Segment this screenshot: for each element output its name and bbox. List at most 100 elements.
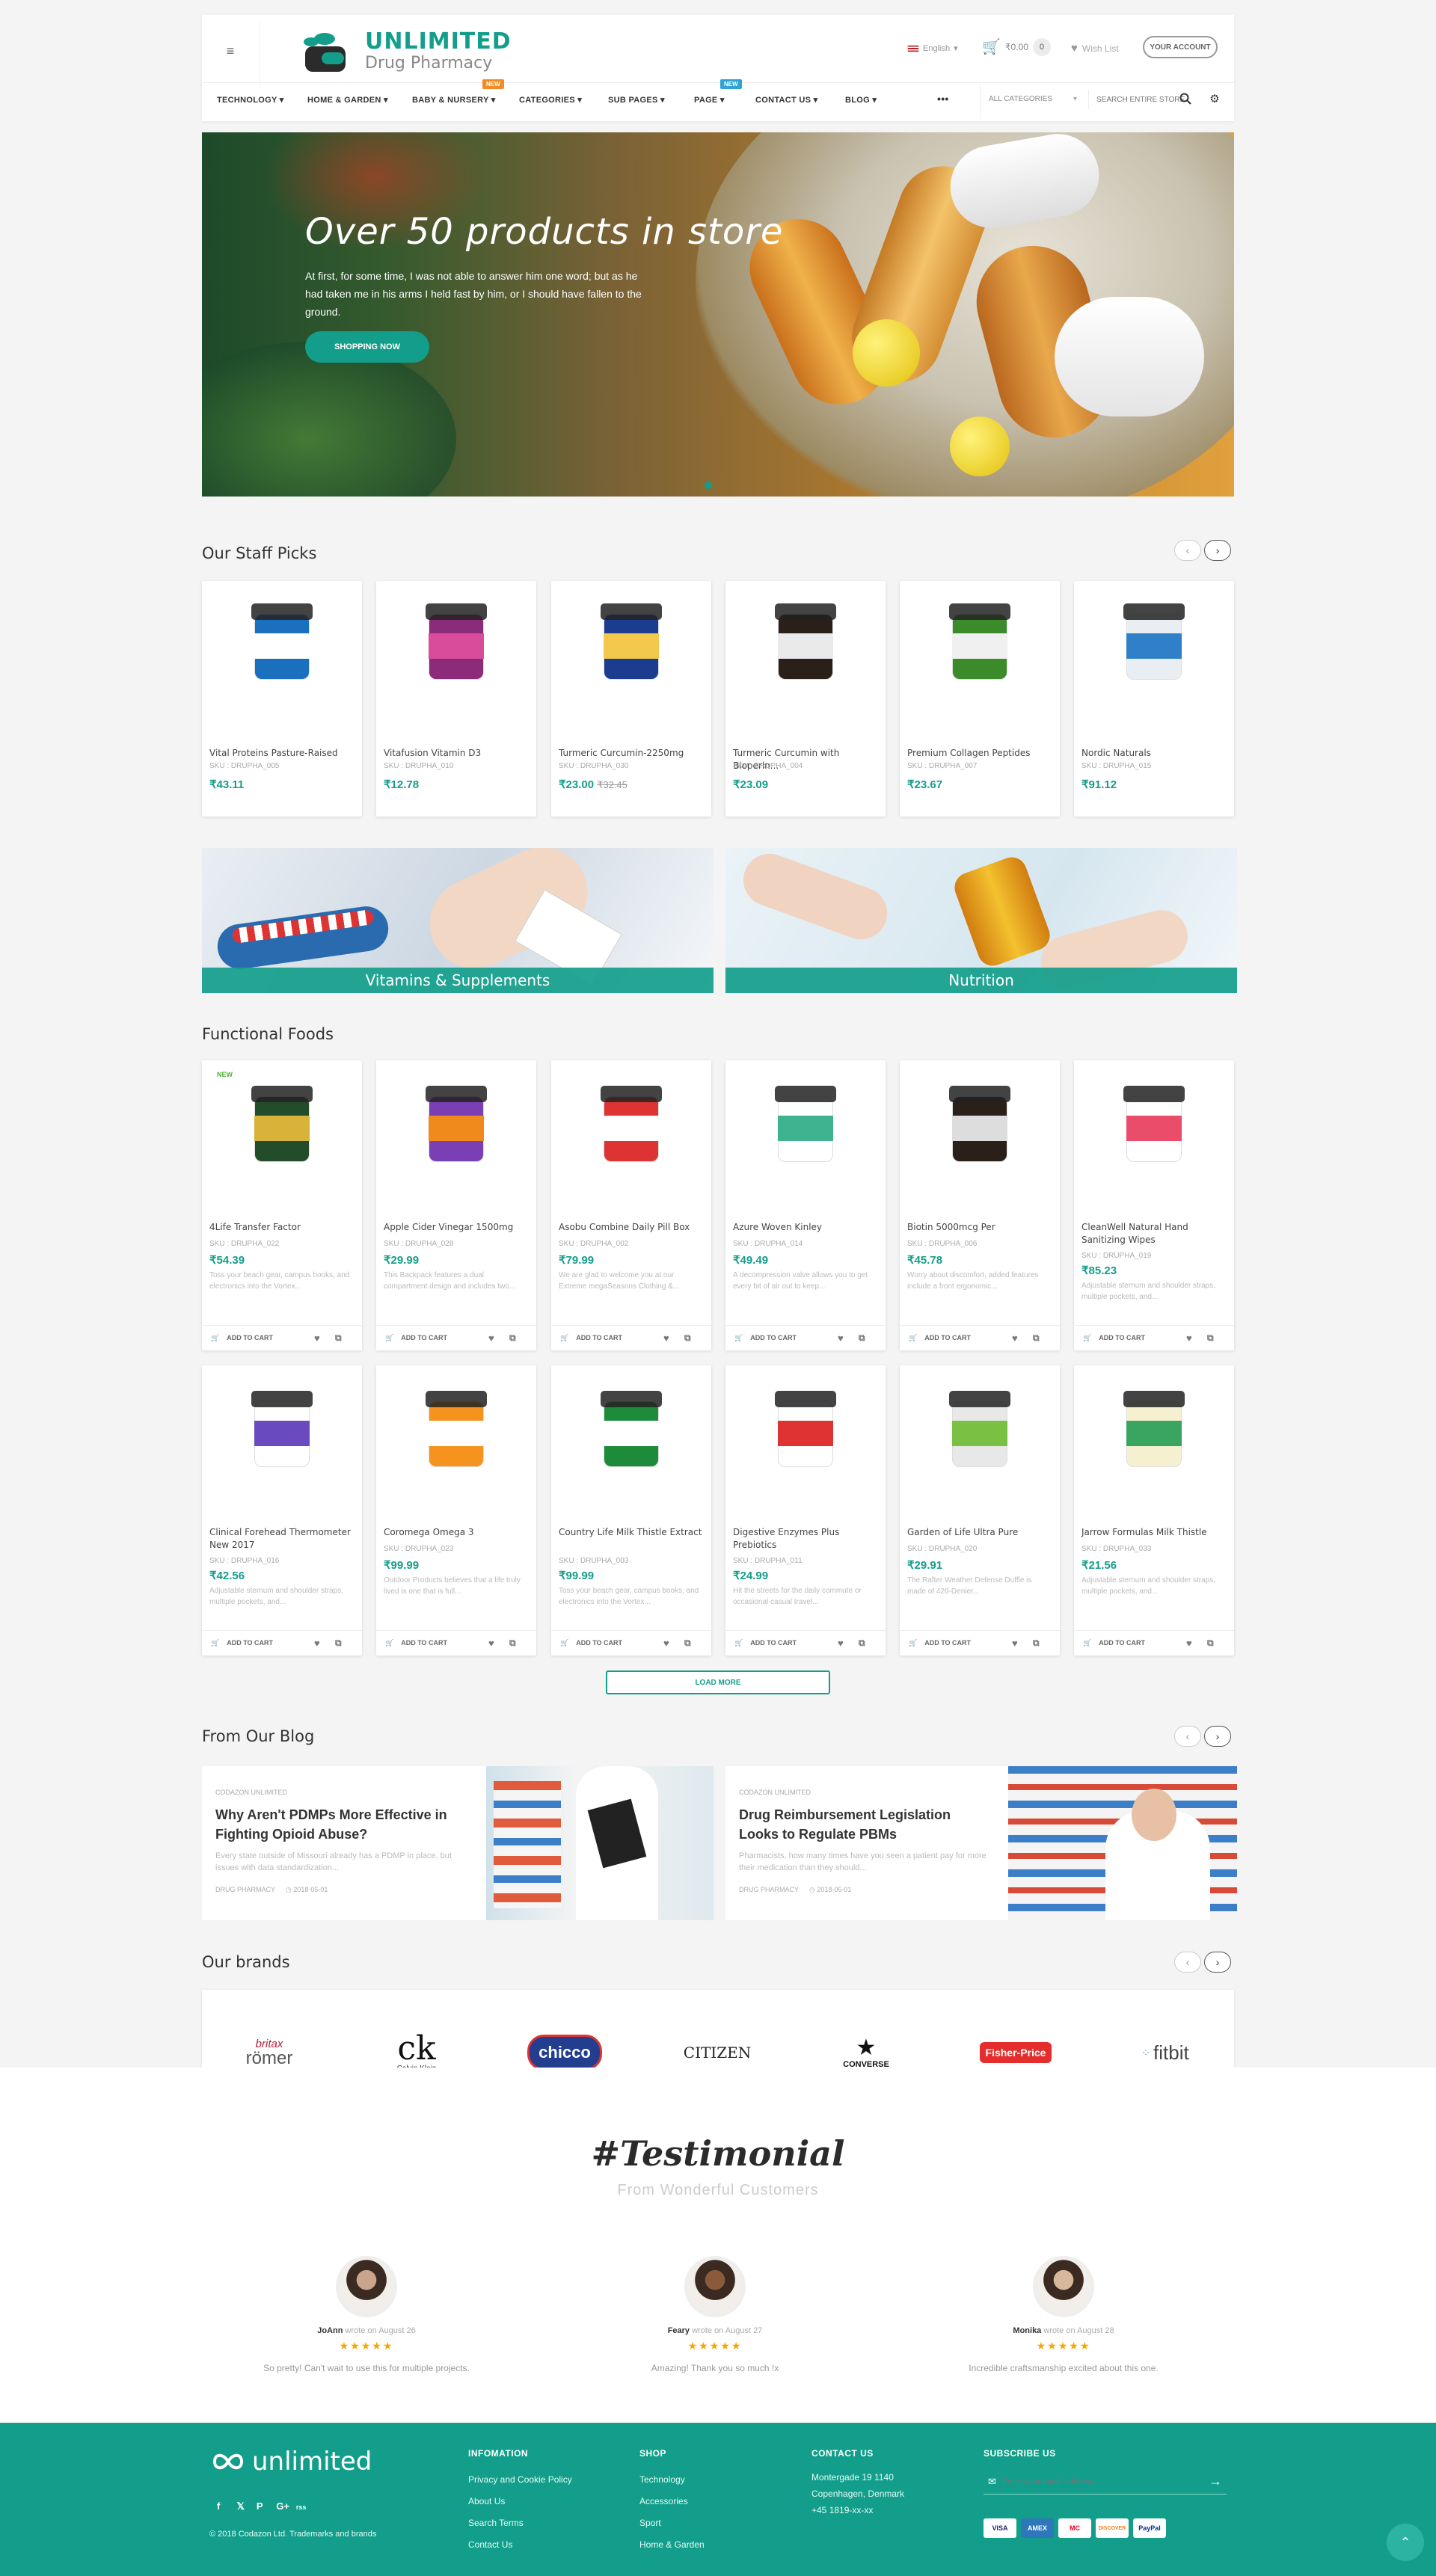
product-name[interactable]: Vitafusion Vitamin D3 xyxy=(384,747,530,760)
slider-dot[interactable] xyxy=(705,482,712,489)
add-to-cart-button[interactable]: 🛒 ADD TO CART xyxy=(1083,1334,1145,1342)
product-name[interactable]: Vital Proteins Pasture-Raised xyxy=(209,747,356,760)
product-image[interactable] xyxy=(581,1385,681,1497)
more-menu-icon[interactable]: ••• xyxy=(937,93,949,105)
add-to-cart-button[interactable]: 🛒 ADD TO CART xyxy=(909,1334,971,1342)
nav-home-garden[interactable]: HOME & GARDEN ▾ xyxy=(307,95,388,105)
facebook-icon[interactable]: f xyxy=(217,2500,233,2512)
product-image[interactable] xyxy=(581,597,681,702)
wishlist-heart-icon[interactable]: ♥ xyxy=(1186,1638,1192,1649)
product-card[interactable]: Garden of Life Ultra Pure SKU : DRUPHA_0… xyxy=(900,1365,1060,1656)
nav-sub-pages[interactable]: SUB PAGES ▾ xyxy=(608,95,665,105)
product-card[interactable]: Digestive Enzymes Plus Prebiotics SKU : … xyxy=(725,1365,886,1656)
footer-link[interactable]: Accessories xyxy=(639,2491,705,2512)
product-image[interactable] xyxy=(232,1385,332,1497)
product-card[interactable]: Country Life Milk Thistle Extract SKU : … xyxy=(551,1365,711,1656)
wishlist-heart-icon[interactable]: ♥ xyxy=(1012,1332,1018,1344)
nav-categories[interactable]: CATEGORIES ▾ xyxy=(519,95,582,105)
banner-vitamins[interactable]: Vitamins & Supplements xyxy=(202,848,714,993)
product-name[interactable]: Jarrow Formulas Milk Thistle xyxy=(1081,1526,1228,1539)
wishlist-heart-icon[interactable]: ♥ xyxy=(1012,1638,1018,1649)
add-to-cart-button[interactable]: 🛒 ADD TO CART xyxy=(734,1334,797,1342)
footer-link[interactable]: Home & Garden xyxy=(639,2534,705,2556)
product-name[interactable]: Coromega Omega 3 xyxy=(384,1526,530,1539)
add-to-cart-button[interactable]: 🛒 ADD TO CART xyxy=(211,1334,273,1342)
wishlist-heart-icon[interactable]: ♥ xyxy=(314,1638,320,1649)
search-input[interactable] xyxy=(1088,90,1193,109)
product-name[interactable]: Apple Cider Vinegar 1500mg xyxy=(384,1221,530,1234)
product-name[interactable]: Asobu Combine Daily Pill Box xyxy=(559,1221,705,1234)
product-image[interactable] xyxy=(1104,1385,1204,1497)
product-card[interactable]: Azure Woven Kinley SKU : DRUPHA_014 ₹49.… xyxy=(725,1060,886,1350)
wishlist-heart-icon[interactable]: ♥ xyxy=(488,1332,494,1344)
compare-icon[interactable]: ⧉ xyxy=(859,1638,865,1649)
compare-icon[interactable]: ⧉ xyxy=(684,1638,691,1649)
product-card[interactable]: Clinical Forehead Thermometer New 2017 S… xyxy=(202,1365,362,1656)
wishlist-heart-icon[interactable]: ♥ xyxy=(663,1332,669,1344)
add-to-cart-button[interactable]: 🛒 ADD TO CART xyxy=(734,1639,797,1647)
product-name[interactable]: Garden of Life Ultra Pure xyxy=(907,1526,1054,1539)
product-name[interactable]: CleanWell Natural Hand Sanitizing Wipes xyxy=(1081,1221,1228,1246)
google-plus-icon[interactable]: G+ xyxy=(276,2500,292,2512)
product-image[interactable] xyxy=(406,1385,506,1497)
category-select[interactable]: ALL CATEGORIES ▾ xyxy=(989,95,1086,103)
add-to-cart-button[interactable]: 🛒 ADD TO CART xyxy=(385,1334,447,1342)
add-to-cart-button[interactable]: 🛒 ADD TO CART xyxy=(385,1639,447,1647)
rss-icon[interactable]: rss xyxy=(296,2503,313,2511)
product-card[interactable]: Premium Collagen Peptides SKU : DRUPHA_0… xyxy=(900,581,1060,817)
wishlist-heart-icon[interactable]: ♥ xyxy=(314,1332,320,1344)
product-image[interactable] xyxy=(406,1080,506,1192)
product-card[interactable]: Turmeric Curcumin with Bioperin... SKU :… xyxy=(725,581,886,817)
compare-icon[interactable]: ⧉ xyxy=(509,1638,516,1649)
submit-arrow-icon[interactable]: → xyxy=(1209,2474,1222,2489)
product-image[interactable] xyxy=(232,1080,332,1192)
product-image[interactable] xyxy=(930,1080,1030,1192)
blog-post[interactable]: CODAZON UNLIMITED Drug Reimbursement Leg… xyxy=(725,1766,1237,1920)
product-name[interactable]: Clinical Forehead Thermometer New 2017 xyxy=(209,1526,356,1552)
footer-link[interactable]: About Us xyxy=(468,2491,572,2512)
blog-title[interactable]: Why Aren't PDMPs More Effective in Fight… xyxy=(215,1805,470,1844)
search-icon[interactable] xyxy=(1178,91,1193,106)
menu-icon[interactable]: ≡ xyxy=(223,43,238,58)
compare-icon[interactable]: ⧉ xyxy=(1207,1332,1214,1344)
wishlist-heart-icon[interactable]: ♥ xyxy=(1186,1332,1192,1344)
blog-post[interactable]: CODAZON UNLIMITED Why Aren't PDMPs More … xyxy=(202,1766,714,1920)
product-card[interactable]: Vitafusion Vitamin D3 SKU : DRUPHA_010 ₹… xyxy=(376,581,536,817)
add-to-cart-button[interactable]: 🛒 ADD TO CART xyxy=(560,1639,622,1647)
shop-now-button[interactable]: SHOPPING NOW xyxy=(305,331,429,363)
prev-arrow-icon[interactable]: ‹ xyxy=(1174,1726,1201,1747)
brand-fitbit[interactable]: ⁘ fitbit xyxy=(1109,2034,1221,2071)
add-to-cart-button[interactable]: 🛒 ADD TO CART xyxy=(909,1639,971,1647)
compare-icon[interactable]: ⧉ xyxy=(859,1332,865,1344)
language-selector[interactable]: English ▾ xyxy=(907,43,958,53)
product-card[interactable]: Jarrow Formulas Milk Thistle SKU : DRUPH… xyxy=(1074,1365,1234,1656)
product-image[interactable] xyxy=(1104,1080,1204,1192)
product-card[interactable]: Apple Cider Vinegar 1500mg SKU : DRUPHA_… xyxy=(376,1060,536,1350)
product-name[interactable]: Digestive Enzymes Plus Prebiotics xyxy=(733,1526,880,1552)
load-more-button[interactable]: LOAD MORE xyxy=(606,1670,830,1694)
product-card[interactable]: Coromega Omega 3 SKU : DRUPHA_023 ₹99.99… xyxy=(376,1365,536,1656)
product-name[interactable]: Biotin 5000mcg Per xyxy=(907,1221,1054,1234)
footer-link[interactable]: Privacy and Cookie Policy xyxy=(468,2469,572,2491)
product-image[interactable] xyxy=(755,1385,856,1497)
product-name[interactable]: 4Life Transfer Factor xyxy=(209,1221,356,1234)
wishlist-link[interactable]: ♥ Wish List xyxy=(1071,42,1119,55)
product-image[interactable] xyxy=(930,597,1030,702)
footer-logo[interactable]: unlimited xyxy=(212,2447,372,2477)
cart[interactable]: 🛒 ₹0.00 0 xyxy=(982,37,1051,56)
footer-link[interactable]: Contact Us xyxy=(468,2534,572,2556)
compare-icon[interactable]: ⧉ xyxy=(335,1332,342,1344)
prev-arrow-icon[interactable]: ‹ xyxy=(1174,1952,1201,1973)
footer-link[interactable]: Sport xyxy=(639,2512,705,2534)
compare-icon[interactable]: ⧉ xyxy=(1033,1638,1040,1649)
product-card[interactable]: NEW 4Life Transfer Factor SKU : DRUPHA_0… xyxy=(202,1060,362,1350)
compare-icon[interactable]: ⧉ xyxy=(335,1638,342,1649)
compare-icon[interactable]: ⧉ xyxy=(1033,1332,1040,1344)
product-name[interactable]: Premium Collagen Peptides xyxy=(907,747,1054,760)
product-name[interactable]: Azure Woven Kinley xyxy=(733,1221,880,1234)
nav-page[interactable]: PAGE ▾ xyxy=(694,95,725,105)
product-card[interactable]: Vital Proteins Pasture-Raised SKU : DRUP… xyxy=(202,581,362,817)
next-arrow-icon[interactable]: › xyxy=(1204,1726,1231,1747)
nav-contact-us[interactable]: CONTACT US ▾ xyxy=(755,95,817,105)
banner-nutrition[interactable]: Nutrition xyxy=(725,848,1237,993)
